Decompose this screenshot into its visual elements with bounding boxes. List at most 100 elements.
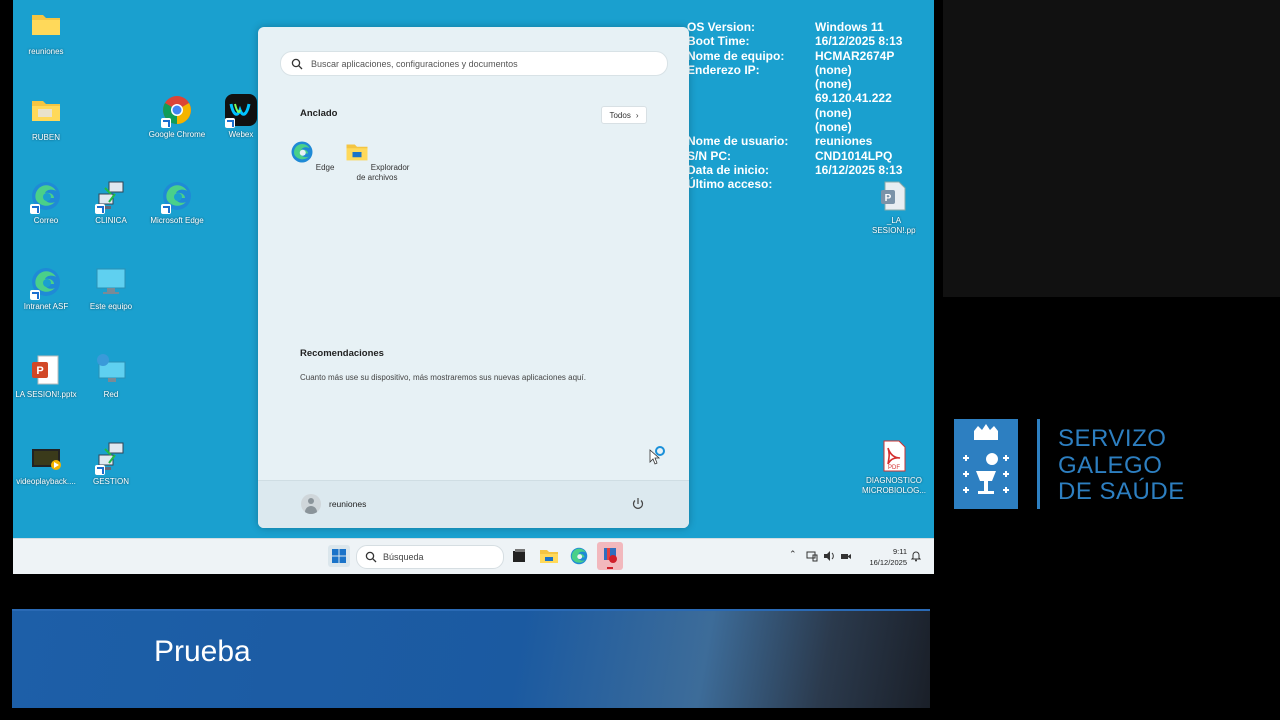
desktop-icon-label: Intranet ASF — [23, 302, 69, 311]
desktop-icon-intranet-asf[interactable]: Intranet ASF — [13, 266, 81, 312]
desktop-icon-clinica[interactable]: CLINICA — [76, 180, 146, 226]
video-icon — [30, 441, 62, 473]
user-account-button[interactable]: reuniones — [301, 494, 366, 514]
webex-icon — [225, 94, 257, 128]
desktop-icon-la-sesion[interactable]: P LA SESION!.pptx — [13, 354, 81, 400]
desktop-icon-label: Google Chrome — [148, 130, 206, 139]
clock-time: 9:11 — [892, 547, 907, 556]
chrome-icon — [161, 94, 193, 128]
taskbar-search-placeholder: Búsqueda — [383, 552, 424, 562]
remote-desktop-icon — [95, 441, 127, 475]
crown-cross-emblem-icon — [963, 424, 1009, 494]
system-info-overlay: OS Version: Windows 11 Boot Time: 16/12/20… — [687, 20, 927, 192]
start-menu-footer: reuniones — [258, 480, 689, 528]
shortcut-arrow-icon — [30, 290, 40, 300]
folder-icon — [32, 15, 60, 35]
pinned-app-file-explorer[interactable]: Explorador de archivos — [344, 140, 410, 183]
sysinfo-key — [687, 77, 815, 91]
camera-status-icon[interactable] — [840, 550, 852, 562]
sysinfo-row: S/N PC: CND1014LPQ — [687, 149, 927, 163]
start-search-input[interactable]: Buscar aplicaciones, configuraciones y d… — [280, 51, 668, 76]
edge-icon — [30, 180, 62, 214]
all-apps-button[interactable]: Todos › — [601, 106, 647, 124]
sysinfo-key: S/N PC: — [687, 148, 732, 163]
desktop-icon-label: Red — [103, 390, 119, 399]
logo-line-1: SERVIZO — [1058, 425, 1167, 452]
pdf-icon: PDF — [878, 440, 910, 472]
logo-divider — [1037, 419, 1040, 509]
sysinfo-value: (none) — [815, 105, 852, 120]
caption-text: Prueba — [154, 635, 251, 668]
sysinfo-key: Nome de equipo: — [687, 48, 785, 63]
desktop-icon-videoplayback[interactable]: videoplayback.... — [13, 441, 81, 487]
desktop-icon-label: CLINICA — [95, 216, 127, 225]
remote-desktop-icon — [95, 180, 127, 214]
sysinfo-row: 69.120.41.222 — [687, 91, 927, 105]
desktop-icon-ruben[interactable]: RUBEN — [13, 94, 81, 143]
chevron-right-icon: › — [635, 110, 639, 120]
task-view-icon[interactable] — [508, 545, 530, 567]
network-status-icon[interactable] — [806, 550, 818, 562]
avatar — [301, 494, 321, 514]
sergas-emblem-logo — [954, 419, 1018, 509]
snipping-tool-icon[interactable] — [597, 542, 623, 570]
remote-desktop-screen: reuniones RUBEN Correo Intranet ASF P LA… — [13, 0, 934, 574]
taskbar-search-input[interactable]: Búsqueda — [356, 545, 504, 569]
start-search-placeholder: Buscar aplicaciones, configuraciones y d… — [311, 58, 518, 69]
sysinfo-key — [687, 120, 815, 134]
desktop-icon-microsoft-edge[interactable]: Microsoft Edge — [142, 180, 212, 226]
sysinfo-value: Windows 11 — [815, 20, 884, 34]
sergas-logo-text: SERVIZO GALEGO DE SAÚDE — [1058, 425, 1185, 506]
logo-line-3: DE SAÚDE — [1058, 478, 1185, 505]
desktop-icon-label: reuniones — [28, 47, 64, 56]
file-explorer-icon[interactable] — [538, 545, 560, 567]
busy-cursor-icon — [649, 446, 665, 465]
sysinfo-value: (none) — [815, 62, 852, 77]
desktop-icon-este-equipo[interactable]: Este equipo — [76, 266, 146, 312]
search-icon — [291, 58, 303, 69]
sysinfo-row: Último acceso: — [687, 177, 927, 191]
desktop-icon-reuniones[interactable]: reuniones — [13, 8, 81, 57]
sysinfo-value: 16/12/2025 8:13 — [815, 34, 903, 49]
desktop-icon-red[interactable]: Red — [76, 354, 146, 400]
edge-icon — [291, 141, 313, 163]
sysinfo-key: OS Version: — [687, 20, 756, 34]
svg-text:P: P — [36, 365, 43, 377]
taskbar-clock[interactable]: 9:11 16/12/2025 — [853, 546, 907, 568]
svg-text:PDF: PDF — [888, 465, 900, 471]
sysinfo-row: Nome de usuario: reuniones — [687, 134, 927, 148]
powerpoint-icon: P — [30, 354, 62, 386]
pinned-app-edge[interactable]: Edge — [279, 140, 345, 173]
network-icon — [95, 354, 127, 386]
chevron-up-icon[interactable]: ⌃ — [789, 549, 797, 560]
user-name: reuniones — [329, 499, 367, 509]
power-icon[interactable] — [631, 497, 645, 511]
shortcut-arrow-icon — [161, 204, 171, 214]
desktop-icon-label: DIAGNOSTICO MICROBIOLOG... — [862, 476, 926, 495]
desktop-icon-diagnostico[interactable]: PDF DIAGNOSTICO MICROBIOLOG... — [859, 440, 929, 496]
sysinfo-key: Data de inicio: — [687, 162, 770, 177]
volume-icon[interactable] — [823, 550, 835, 562]
windows-start-icon[interactable] — [328, 545, 350, 567]
shortcut-arrow-icon — [161, 118, 171, 128]
desktop-icon-correo[interactable]: Correo — [13, 180, 81, 226]
edge-icon[interactable] — [568, 545, 590, 567]
shortcut-arrow-icon — [95, 465, 105, 475]
folder-icon — [32, 101, 60, 121]
desktop-icon-label: GESTION — [92, 477, 129, 486]
desktop-icon-label: Este equipo — [89, 302, 133, 311]
sysinfo-row: Nome de equipo: HCMAR2674P — [687, 49, 927, 63]
notification-bell-icon[interactable] — [911, 550, 921, 562]
svg-text:P: P — [885, 193, 892, 204]
desktop-icon-google-chrome[interactable]: Google Chrome — [142, 94, 212, 140]
computer-icon — [95, 266, 127, 298]
sysinfo-key: Último acceso: — [687, 177, 773, 192]
sysinfo-value: reuniones — [815, 134, 873, 149]
pinned-app-label: Edge — [315, 163, 335, 172]
desktop-icon-label: videoplayback.... — [16, 477, 76, 486]
pinned-section-title: Anclado — [300, 108, 338, 119]
desktop-icon-gestion[interactable]: GESTION — [76, 441, 146, 487]
sysinfo-row: (none) — [687, 77, 927, 91]
sysinfo-value: 69.120.41.222 — [815, 91, 892, 106]
logo-line-2: GALEGO — [1058, 451, 1163, 479]
